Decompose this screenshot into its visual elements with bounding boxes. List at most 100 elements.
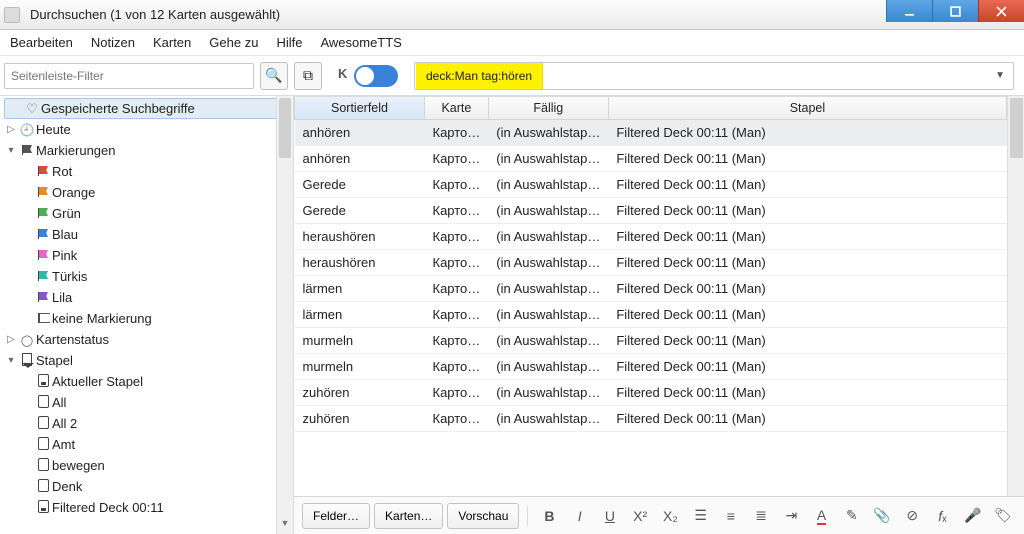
cloze-button[interactable]: 🏷 <box>990 503 1016 529</box>
sidebar-saved-searches[interactable]: ♡Gespeicherte Suchbegriffe <box>4 98 289 119</box>
sidebar-deck-item[interactable]: All 2 <box>0 413 293 434</box>
ordered-list-button[interactable]: ≡ <box>718 503 744 529</box>
fx-button[interactable]: fₓ <box>929 503 955 529</box>
sidebar-flag-none[interactable]: keine Markierung <box>0 308 293 329</box>
search-button[interactable]: 🔍 <box>260 62 288 90</box>
highlight-button[interactable]: ✎ <box>839 503 865 529</box>
cell-sort: zuhören <box>295 406 425 432</box>
sidebar-flag-lila[interactable]: Lila <box>0 287 293 308</box>
table-row[interactable]: lärmenКарто…(in Auswahlstap…Filtered Dec… <box>295 276 1007 302</box>
sidebar-deck-item[interactable]: Amt <box>0 434 293 455</box>
cell-due: (in Auswahlstap… <box>488 120 608 146</box>
menu-awesometts[interactable]: AwesomeTTS <box>320 35 401 50</box>
sidebar-flag-blau[interactable]: Blau <box>0 224 293 245</box>
subscript-button[interactable]: X₂ <box>657 503 683 529</box>
sidebar-item-label: Filtered Deck 00:11 <box>52 500 164 515</box>
sidebar-filter-input[interactable] <box>4 63 254 89</box>
sidebar-deck-item[interactable]: Filtered Deck 00:11 <box>0 497 293 518</box>
record-button[interactable]: 🎤 <box>960 503 986 529</box>
menu-bar: Bearbeiten Notizen Karten Gehe zu Hilfe … <box>0 30 1024 56</box>
select-tool-button[interactable]: ⧉ <box>294 62 322 90</box>
superscript-button[interactable]: X² <box>627 503 653 529</box>
cell-due: (in Auswahlstap… <box>488 406 608 432</box>
underline-button[interactable]: U <box>597 503 623 529</box>
sidebar-item-label: Orange <box>52 185 95 200</box>
table-row[interactable]: anhörenКарто…(in Auswahlstap…Filtered De… <box>295 120 1007 146</box>
column-header-due[interactable]: Fällig <box>488 97 608 120</box>
indent-button[interactable]: ⇥ <box>778 503 804 529</box>
table-row[interactable]: heraushörenКарто…(in Auswahlstap…Filtere… <box>295 224 1007 250</box>
window-close-button[interactable] <box>978 0 1024 22</box>
deck-icon <box>34 395 52 411</box>
menu-edit[interactable]: Bearbeiten <box>10 35 73 50</box>
table-row[interactable]: murmelnКарто…(in Auswahlstap…Filtered De… <box>295 328 1007 354</box>
column-header-card[interactable]: Karte <box>425 97 489 120</box>
sidebar-deck-item[interactable]: bewegen <box>0 455 293 476</box>
sidebar-cardstate[interactable]: ▷Kartenstatus <box>0 329 293 350</box>
bold-icon: B <box>544 508 554 524</box>
sidebar-item-label: All <box>52 395 66 410</box>
table-row[interactable]: anhörenКарто…(in Auswahlstap…Filtered De… <box>295 146 1007 172</box>
column-header-deck[interactable]: Stapel <box>608 97 1006 120</box>
sidebar-flag-grün[interactable]: Grün <box>0 203 293 224</box>
sidebar-today[interactable]: ▷Heute <box>0 119 293 140</box>
table-row[interactable]: zuhörenКарто…(in Auswahlstap…Filtered De… <box>295 406 1007 432</box>
table-row[interactable]: lärmenКарто…(in Auswahlstap…Filtered Dec… <box>295 302 1007 328</box>
table-row[interactable]: heraushörenКарто…(in Auswahlstap…Filtere… <box>295 250 1007 276</box>
sidebar-deck-item[interactable]: All <box>0 392 293 413</box>
sidebar-deck-item[interactable]: Aktueller Stapel <box>0 371 293 392</box>
chevron-down-icon[interactable]: ▼ <box>995 70 1005 81</box>
sidebar-decks[interactable]: ▾Stapel <box>0 350 293 371</box>
flag-icon <box>34 269 52 284</box>
table-scrollbar[interactable] <box>1007 96 1024 496</box>
align-button[interactable]: ≣ <box>748 503 774 529</box>
cell-card: Карто… <box>425 224 489 250</box>
superscript-icon: X² <box>633 508 647 524</box>
search-field[interactable]: deck:Man tag:hören ▼ <box>414 62 1014 90</box>
sidebar-deck-item[interactable]: Denk <box>0 476 293 497</box>
search-query-text: deck:Man tag:hören <box>416 63 543 89</box>
cell-due: (in Auswahlstap… <box>488 250 608 276</box>
sidebar-flag-pink[interactable]: Pink <box>0 245 293 266</box>
window-maximize-button[interactable] <box>932 0 978 22</box>
cell-due: (in Auswahlstap… <box>488 380 608 406</box>
text-color-button[interactable]: A <box>808 503 834 529</box>
flag-outline-icon <box>34 311 52 326</box>
italic-icon: I <box>578 508 582 524</box>
app-icon <box>4 7 20 23</box>
menu-help[interactable]: Hilfe <box>276 35 302 50</box>
cards-button[interactable]: Karten… <box>374 503 443 529</box>
sidebar-flag-orange[interactable]: Orange <box>0 182 293 203</box>
italic-button[interactable]: I <box>567 503 593 529</box>
menu-goto[interactable]: Gehe zu <box>209 35 258 50</box>
window-minimize-button[interactable] <box>886 0 932 22</box>
cell-card: Карто… <box>425 250 489 276</box>
cell-sort: anhören <box>295 146 425 172</box>
preview-button[interactable]: Vorschau <box>447 503 519 529</box>
sidebar-flag-rot[interactable]: Rot <box>0 161 293 182</box>
cell-card: Карто… <box>425 302 489 328</box>
column-header-sortfield[interactable]: Sortierfeld <box>295 97 425 120</box>
menu-notes[interactable]: Notizen <box>91 35 135 50</box>
scroll-down-icon[interactable]: ▼ <box>277 518 293 534</box>
bold-button[interactable]: B <box>536 503 562 529</box>
table-row[interactable]: GeredeКарто…(in Auswahlstap…Filtered Dec… <box>295 172 1007 198</box>
eraser-button[interactable]: ⊘ <box>899 503 925 529</box>
cell-card: Карто… <box>425 172 489 198</box>
table-row[interactable]: GeredeКарто…(in Auswahlstap…Filtered Dec… <box>295 198 1007 224</box>
sidebar-flags[interactable]: ▾Markierungen <box>0 140 293 161</box>
flag-icon <box>34 290 52 305</box>
attach-button[interactable]: 📎 <box>869 503 895 529</box>
menu-cards[interactable]: Karten <box>153 35 191 50</box>
table-row[interactable]: murmelnКарто…(in Auswahlstap…Filtered De… <box>295 354 1007 380</box>
fields-button[interactable]: Felder… <box>302 503 370 529</box>
sidebar-item-label: Markierungen <box>36 143 116 158</box>
scrollbar-thumb[interactable] <box>279 98 291 158</box>
unordered-list-button[interactable]: ☰ <box>688 503 714 529</box>
sidebar-item-label: Grün <box>52 206 81 221</box>
scrollbar-thumb[interactable] <box>1010 98 1023 158</box>
sidebar-flag-türkis[interactable]: Türkis <box>0 266 293 287</box>
table-row[interactable]: zuhörenКарто…(in Auswahlstap…Filtered De… <box>295 380 1007 406</box>
cards-notes-toggle[interactable]: K <box>354 65 398 87</box>
sidebar-scrollbar[interactable]: ▲ ▼ <box>276 96 293 534</box>
